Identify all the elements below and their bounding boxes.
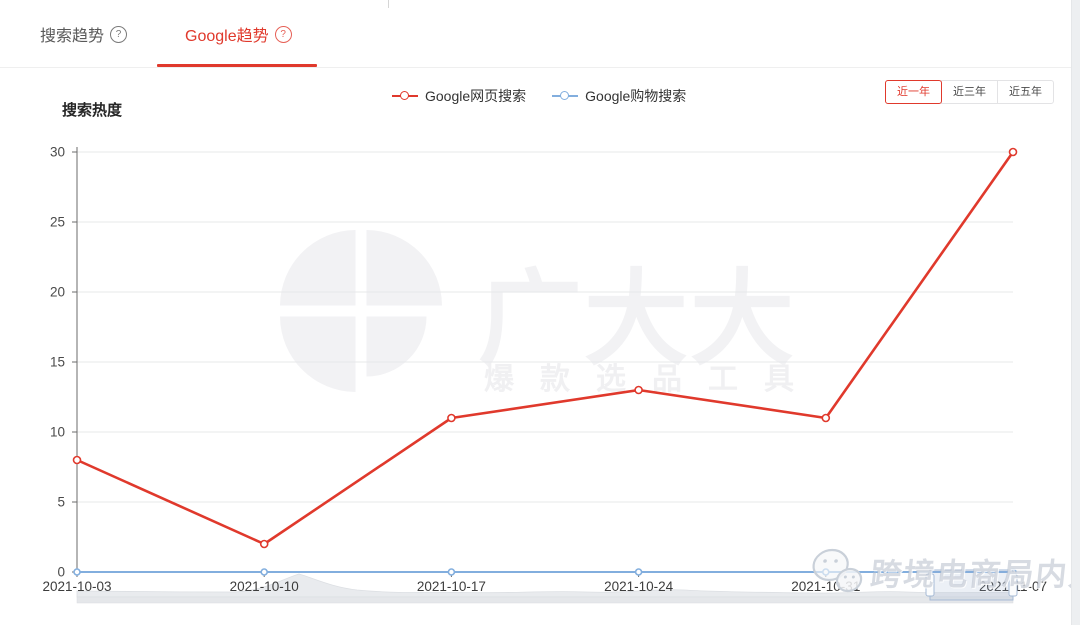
- chart-title: 搜索热度: [62, 99, 122, 120]
- y-tick-label: 5: [57, 495, 65, 510]
- y-tick-label: 30: [50, 145, 65, 160]
- tab-google-trend[interactable]: Google趋势 ?: [185, 22, 292, 46]
- tab-bar: 搜索趋势 ? Google趋势 ?: [0, 0, 1072, 68]
- active-tab-underline: [157, 64, 317, 67]
- scrollbar-artifact: [388, 0, 389, 8]
- google-trends-panel: 搜索趋势 ? Google趋势 ? 搜索热度 Google网页搜索 Google…: [0, 0, 1080, 625]
- datazoom-window[interactable]: [926, 570, 1017, 600]
- page-edge-strip: [1071, 0, 1080, 625]
- help-icon[interactable]: ?: [275, 26, 292, 43]
- range-button-3y[interactable]: 近三年: [941, 80, 998, 104]
- data-point[interactable]: [822, 415, 829, 422]
- x-tick-label: 2021-10-17: [417, 579, 486, 594]
- data-point[interactable]: [74, 457, 81, 464]
- datazoom-handle-right[interactable]: [1009, 574, 1017, 596]
- x-tick-label: 2021-10-31: [791, 579, 860, 594]
- data-point[interactable]: [448, 415, 455, 422]
- legend-item-web-search[interactable]: Google网页搜索: [392, 86, 526, 106]
- legend-label: Google购物搜索: [585, 86, 686, 106]
- data-point[interactable]: [261, 569, 267, 575]
- datazoom-slider[interactable]: [77, 574, 1013, 603]
- legend-label: Google网页搜索: [425, 86, 526, 106]
- datazoom-track[interactable]: [77, 597, 1013, 603]
- data-point[interactable]: [636, 569, 642, 575]
- chart-axis-labels: 0 5 10 15 20 25 30 2021-10-03 2021-10-10 2021-10-…: [42, 145, 1047, 595]
- legend-item-shopping-search[interactable]: Google购物搜索: [552, 86, 686, 106]
- datazoom-handle-left[interactable]: [926, 574, 934, 596]
- range-button-5y[interactable]: 近五年: [997, 80, 1054, 104]
- x-tick-label: 2021-10-03: [42, 579, 111, 594]
- chart-legend: Google网页搜索 Google购物搜索: [392, 86, 686, 106]
- chart-grid: [72, 147, 1013, 577]
- line-marker-icon: [392, 91, 418, 101]
- time-range-group: 近一年 近三年 近五年: [885, 80, 1054, 104]
- data-point[interactable]: [1010, 149, 1017, 156]
- data-point[interactable]: [635, 387, 642, 394]
- y-tick-label: 20: [50, 285, 65, 300]
- data-point[interactable]: [74, 569, 80, 575]
- tab-label: 搜索趋势: [40, 22, 104, 46]
- datazoom-selected-range[interactable]: [930, 570, 1013, 600]
- data-point[interactable]: [448, 569, 454, 575]
- tab-label: Google趋势: [185, 22, 269, 46]
- help-icon[interactable]: ?: [110, 26, 127, 43]
- series-line: [77, 152, 1013, 544]
- y-tick-label: 10: [50, 425, 65, 440]
- y-tick-label: 0: [57, 565, 65, 580]
- y-tick-label: 25: [50, 215, 65, 230]
- x-tick-label: 2021-10-10: [230, 579, 299, 594]
- line-marker-icon: [552, 91, 578, 101]
- y-tick-label: 15: [50, 355, 65, 370]
- data-point[interactable]: [823, 569, 829, 575]
- datazoom-silhouette: [77, 574, 1013, 597]
- data-point[interactable]: [261, 541, 268, 548]
- x-tick-label: 2021-10-24: [604, 579, 674, 594]
- range-button-1y[interactable]: 近一年: [885, 80, 942, 104]
- tab-search-trend[interactable]: 搜索趋势 ?: [40, 22, 127, 46]
